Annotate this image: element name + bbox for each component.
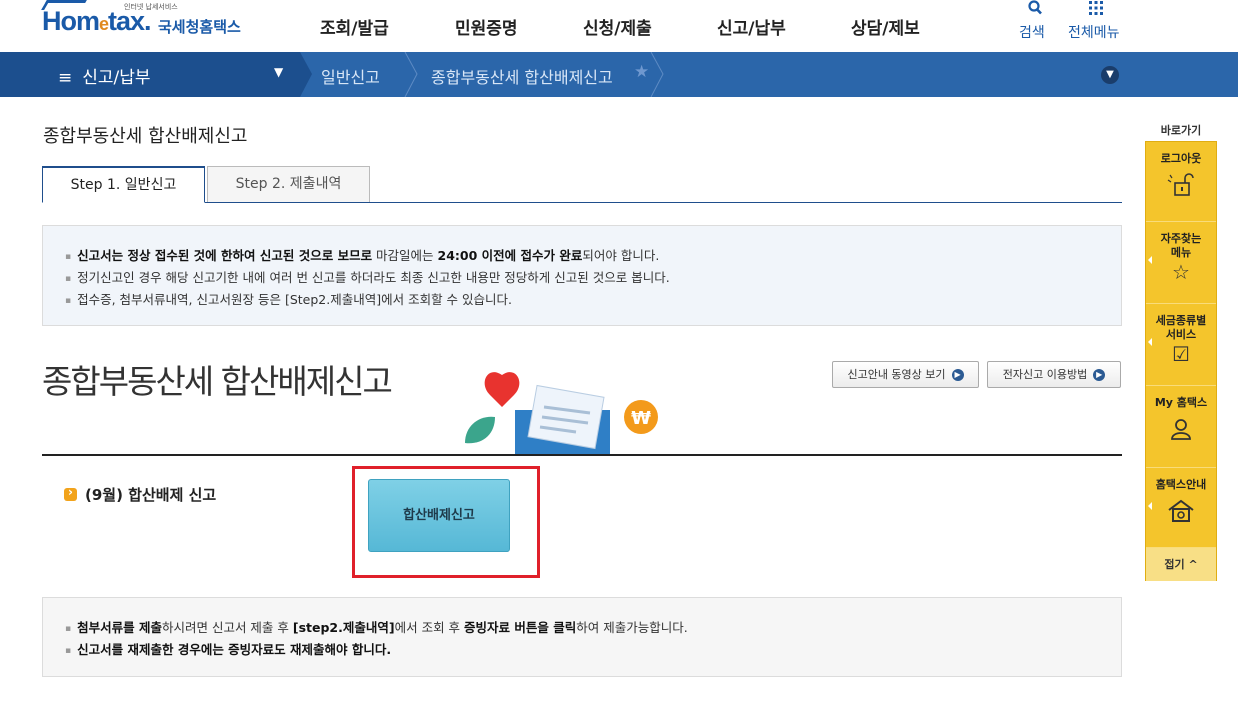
tab-step1-general-filing[interactable]: Step 1. 일반신고 (42, 166, 205, 203)
page-title: 종합부동산세 합산배제신고 (43, 126, 248, 147)
chevron-separator-icon (404, 52, 418, 97)
caret-down-icon[interactable]: ▼ (274, 65, 283, 79)
checkbox-icon: ☑ (1172, 342, 1190, 366)
attachment-notice-line-1: 첨부서류를 제출하시려면 신고서 제출 후 [step2.제출내역]에서 조회 … (65, 618, 1121, 640)
section-label-text: (9월) 합산배제 신고 (85, 486, 217, 504)
nav-application[interactable]: 신청/제출 (583, 14, 652, 39)
notice-emphasis: 신고서는 정상 접수된 것에 한하여 신고된 것으로 보므로 (77, 248, 373, 263)
quick-menu: 로그아웃 자주찾는 메뉴 ☆ 세금종류별 서비스 ☑ My 홈택스 홈택스안내 … (1145, 141, 1217, 581)
logo-part-1: Hom (42, 6, 100, 36)
all-menu-button[interactable]: 전체메뉴 (1068, 0, 1124, 42)
notice-emphasis: 24:00 이전에 접수가 완료 (437, 248, 583, 263)
section-label: (9월) 합산배제 신고 (64, 484, 216, 505)
quick-tax-type-service[interactable]: 세금종류별 서비스 ☑ (1146, 304, 1216, 386)
home-icon (1146, 498, 1216, 529)
guide-video-button[interactable]: 신고안내 동영상 보기 ▶ (832, 361, 979, 388)
attachment-notice-line-2: 신고서를 재제출한 경우에는 증빙자료도 재제출해야 합니다. (65, 640, 1121, 662)
unlock-icon (1146, 172, 1216, 203)
chevron-separator-icon (650, 52, 664, 97)
menu-selector-title[interactable]: ≡ 신고/납부 (58, 63, 151, 88)
breadcrumb-separator (300, 52, 312, 97)
grid-menu-icon (1068, 0, 1124, 22)
notice-line-3: 접수증, 첨부서류내역, 신고서원장 등은 [Step2.제출내역]에서 조회할… (65, 290, 1121, 312)
arrow-right-icon: ▶ (1093, 369, 1106, 381)
quick-fold-label: 접기 (1164, 558, 1185, 571)
arrow-left-icon (1148, 338, 1152, 346)
filing-notice-box: 신고서는 정상 접수된 것에 한하여 신고된 것으로 보므로 마감일에는 24:… (42, 225, 1122, 326)
expand-down-icon[interactable]: ▼ (1101, 66, 1119, 84)
exclusion-filing-button[interactable]: 합산배제신고 (368, 479, 510, 552)
notice-text: 되어야 합니다. (582, 248, 660, 263)
nav-filing[interactable]: 신고/납부 (717, 14, 786, 39)
favorite-star-icon[interactable]: ★ (634, 62, 649, 82)
quick-favorite-label: 자주찾는 메뉴 (1160, 232, 1202, 259)
quick-my-hometax[interactable]: My 홈택스 (1146, 386, 1216, 468)
star-outline-icon: ☆ (1172, 260, 1190, 284)
attachment-notice-box: 첨부서류를 제출하시려면 신고서 제출 후 [step2.제출내역]에서 조회 … (42, 597, 1122, 677)
notice-emphasis: 신고서를 재제출한 경우에는 증빙자료도 재제출해야 합니다. (77, 642, 392, 657)
notice-emphasis: [step2.제출내역] (292, 620, 395, 635)
notice-line-2: 정기신고인 경우 해당 신고기한 내에 여러 번 신고를 하더라도 최종 신고한… (65, 268, 1121, 290)
user-icon (1146, 416, 1216, 447)
quick-fold-button[interactable]: 접기 ^ (1146, 548, 1216, 581)
chevron-up-icon: ^ (1188, 558, 1198, 571)
quick-logout[interactable]: 로그아웃 (1146, 142, 1216, 222)
efiling-howto-button[interactable]: 전자신고 이용방법 ▶ (987, 361, 1121, 388)
quick-tax-type-label: 세금종류별 서비스 (1155, 314, 1207, 341)
notice-text: 하여 제출가능합니다. (576, 620, 688, 635)
logo-part-2: e (99, 14, 109, 34)
hometax-logo[interactable]: 인터넷 납세서비스 Hometax. 국세청홈택스 (41, 0, 252, 48)
svg-text:₩: ₩ (631, 408, 651, 429)
guide-video-label: 신고안내 동영상 보기 (847, 368, 946, 381)
notice-text: 하시려면 신고서 제출 후 (161, 620, 293, 635)
quick-logout-label: 로그아웃 (1160, 152, 1202, 165)
quick-hometax-guide[interactable]: 홈택스안내 (1146, 468, 1216, 548)
top-header: 인터넷 납세서비스 Hometax. 국세청홈택스 조회/발급 민원증명 신청/… (0, 0, 1238, 52)
location-bar: ≡ 신고/납부 ▼ 일반신고 종합부동산세 합산배제신고 ★ ▼ (0, 52, 1238, 97)
nav-consult[interactable]: 상담/제보 (851, 14, 920, 39)
quick-guide-label: 홈택스안내 (1155, 478, 1207, 491)
nav-inquiry[interactable]: 조회/발급 (320, 14, 389, 39)
hamburger-icon: ≡ (58, 68, 73, 88)
quick-my-hometax-label: My 홈택스 (1154, 396, 1208, 409)
notice-text: 에서 조회 후 (394, 620, 465, 635)
search-icon (1019, 0, 1053, 22)
notice-text: 마감일에는 (372, 248, 438, 263)
efiling-howto-label: 전자신고 이용방법 (1002, 368, 1088, 381)
all-menu-label: 전체메뉴 (1068, 25, 1120, 41)
notice-emphasis: 첨부서류를 제출 (77, 620, 162, 635)
tab-step2-submission-history[interactable]: Step 2. 제출내역 (207, 166, 370, 203)
logo-korean: 국세청홈택스 (158, 18, 241, 36)
arrow-left-icon (1148, 256, 1152, 264)
arrow-right-icon: ▶ (951, 369, 964, 381)
logo-part-3: tax. (108, 6, 152, 36)
breadcrumb-current-page[interactable]: 종합부동산세 합산배제신고 (431, 64, 613, 88)
bullet-arrow-icon (64, 485, 77, 501)
filing-illustration-icon: ₩ (465, 372, 658, 455)
menu-selector-label: 신고/납부 (82, 68, 151, 88)
breadcrumb-general-filing[interactable]: 일반신고 (321, 64, 380, 88)
quick-menu-title: 바로가기 (1160, 124, 1202, 137)
hero-divider (42, 454, 1122, 456)
nav-certificate[interactable]: 민원증명 (455, 14, 518, 39)
notice-line-1: 신고서는 정상 접수된 것에 한하여 신고된 것으로 보므로 마감일에는 24:… (65, 246, 1121, 268)
search-label: 검색 (1019, 25, 1045, 41)
search-button[interactable]: 검색 (1019, 0, 1053, 42)
logo-wordmark: Hometax. (42, 6, 152, 37)
arrow-left-icon (1148, 502, 1152, 510)
notice-emphasis: 증빙자료 버튼을 클릭 (464, 620, 577, 635)
quick-favorite-menu[interactable]: 자주찾는 메뉴 ☆ (1146, 222, 1216, 304)
hero-title: 종합부동산세 합산배제신고 (42, 362, 393, 401)
